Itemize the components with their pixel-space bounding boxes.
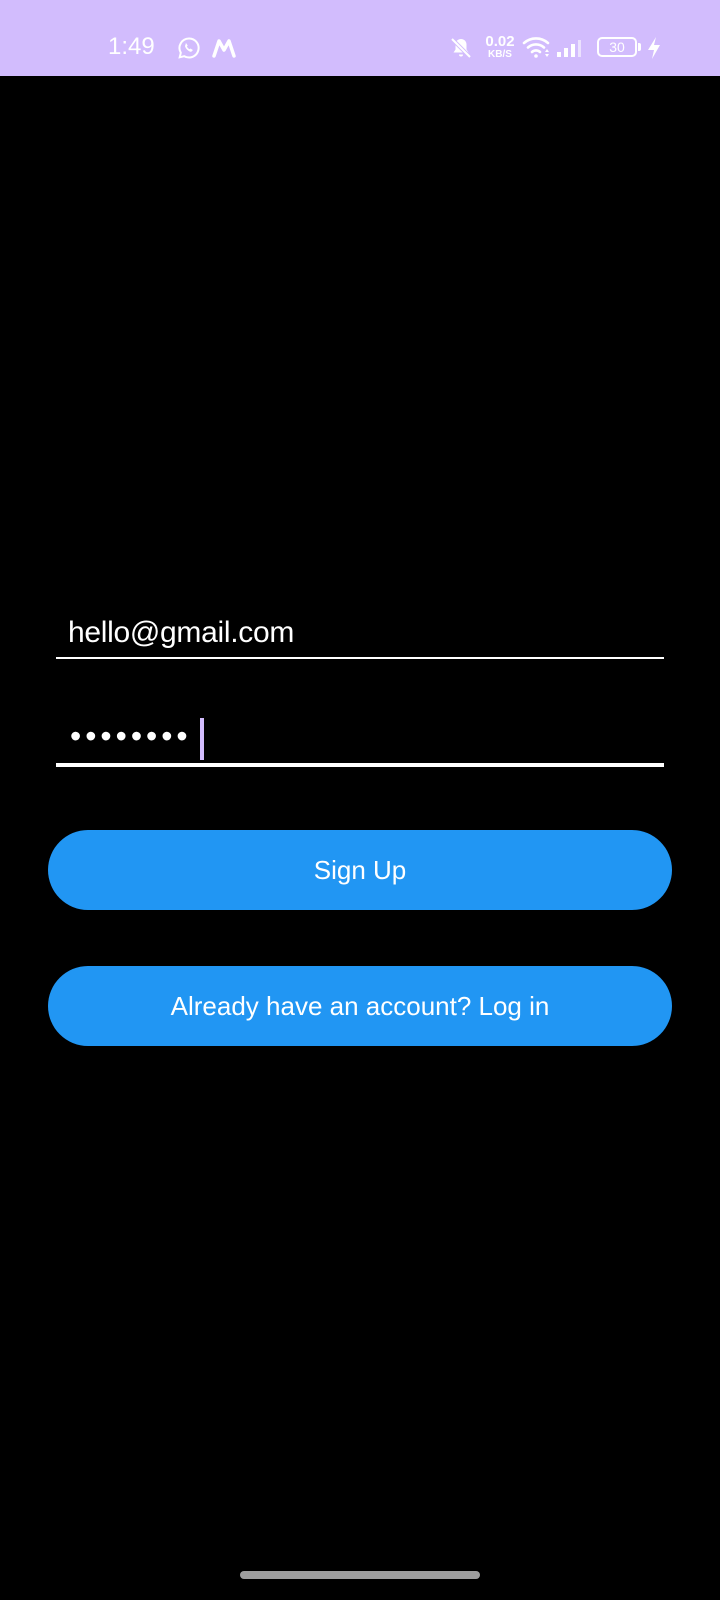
home-indicator[interactable] (240, 1571, 480, 1579)
whatsapp-icon (178, 37, 200, 59)
gmail-icon (212, 39, 236, 58)
status-time: 1:49 (108, 33, 155, 60)
login-button[interactable]: Already have an account? Log in (48, 966, 672, 1046)
signup-button[interactable]: Sign Up (48, 830, 672, 910)
battery-icon: 30 (597, 37, 637, 57)
password-field[interactable]: •••••••• (56, 712, 664, 767)
text-caret (200, 718, 204, 760)
password-input-value: •••••••• (70, 718, 192, 754)
status-bar: 1:49 0.02 KB/S 30 (0, 0, 720, 76)
net-speed: 0.02 KB/S (480, 34, 520, 60)
wifi-icon (522, 37, 550, 58)
net-speed-value: 0.02 (485, 33, 515, 50)
net-speed-unit: KB/S (488, 49, 512, 60)
email-input-value: hello@gmail.com (68, 616, 295, 649)
signup-screen: 1:49 0.02 KB/S 30 hello@gmail.com ••••••… (0, 0, 720, 1600)
bell-muted-icon (450, 37, 472, 59)
signal-icon (557, 40, 581, 57)
email-field[interactable]: hello@gmail.com (56, 607, 664, 659)
battery-tip (638, 43, 641, 51)
charging-bolt-icon (648, 37, 660, 59)
